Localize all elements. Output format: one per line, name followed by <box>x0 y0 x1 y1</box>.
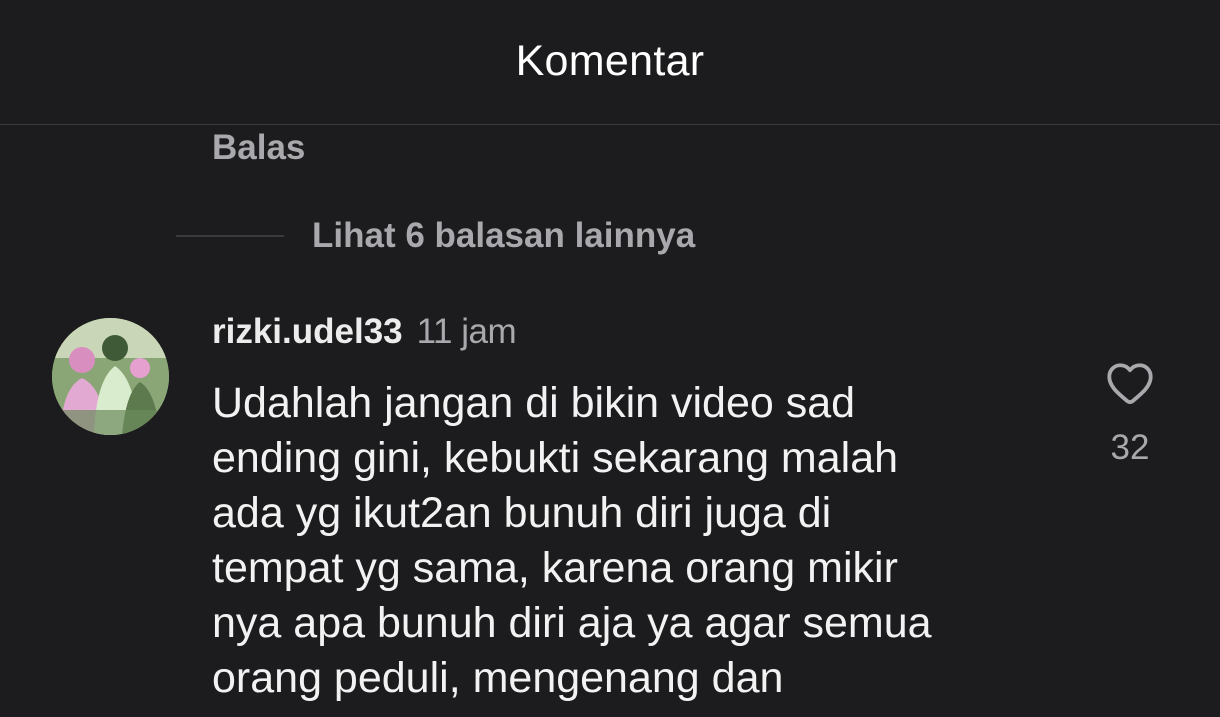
like-section: 32 <box>1090 356 1170 468</box>
reply-button[interactable]: Balas <box>212 128 305 168</box>
view-more-replies-label: Lihat 6 balasan lainnya <box>312 216 696 255</box>
heart-outline-icon[interactable] <box>1103 356 1157 410</box>
replies-divider-line <box>176 235 284 237</box>
comment-timestamp: 11 jam <box>416 312 517 351</box>
avatar-image <box>52 318 169 435</box>
avatar[interactable] <box>52 318 169 435</box>
comments-sheet: Komentar Balas Lihat 6 balasan lainnya r… <box>0 0 1220 717</box>
comment-username[interactable]: rizki.udel33 <box>212 312 403 352</box>
page-title: Komentar <box>515 36 705 85</box>
comments-header: Komentar <box>0 0 1220 125</box>
view-more-replies-button[interactable]: Lihat 6 balasan lainnya <box>176 214 695 258</box>
comment-header: rizki.udel33 11 jam <box>212 312 517 358</box>
comment-text: Udahlah jangan di bikin video sad ending… <box>212 379 932 702</box>
like-count: 32 <box>1110 428 1150 467</box>
